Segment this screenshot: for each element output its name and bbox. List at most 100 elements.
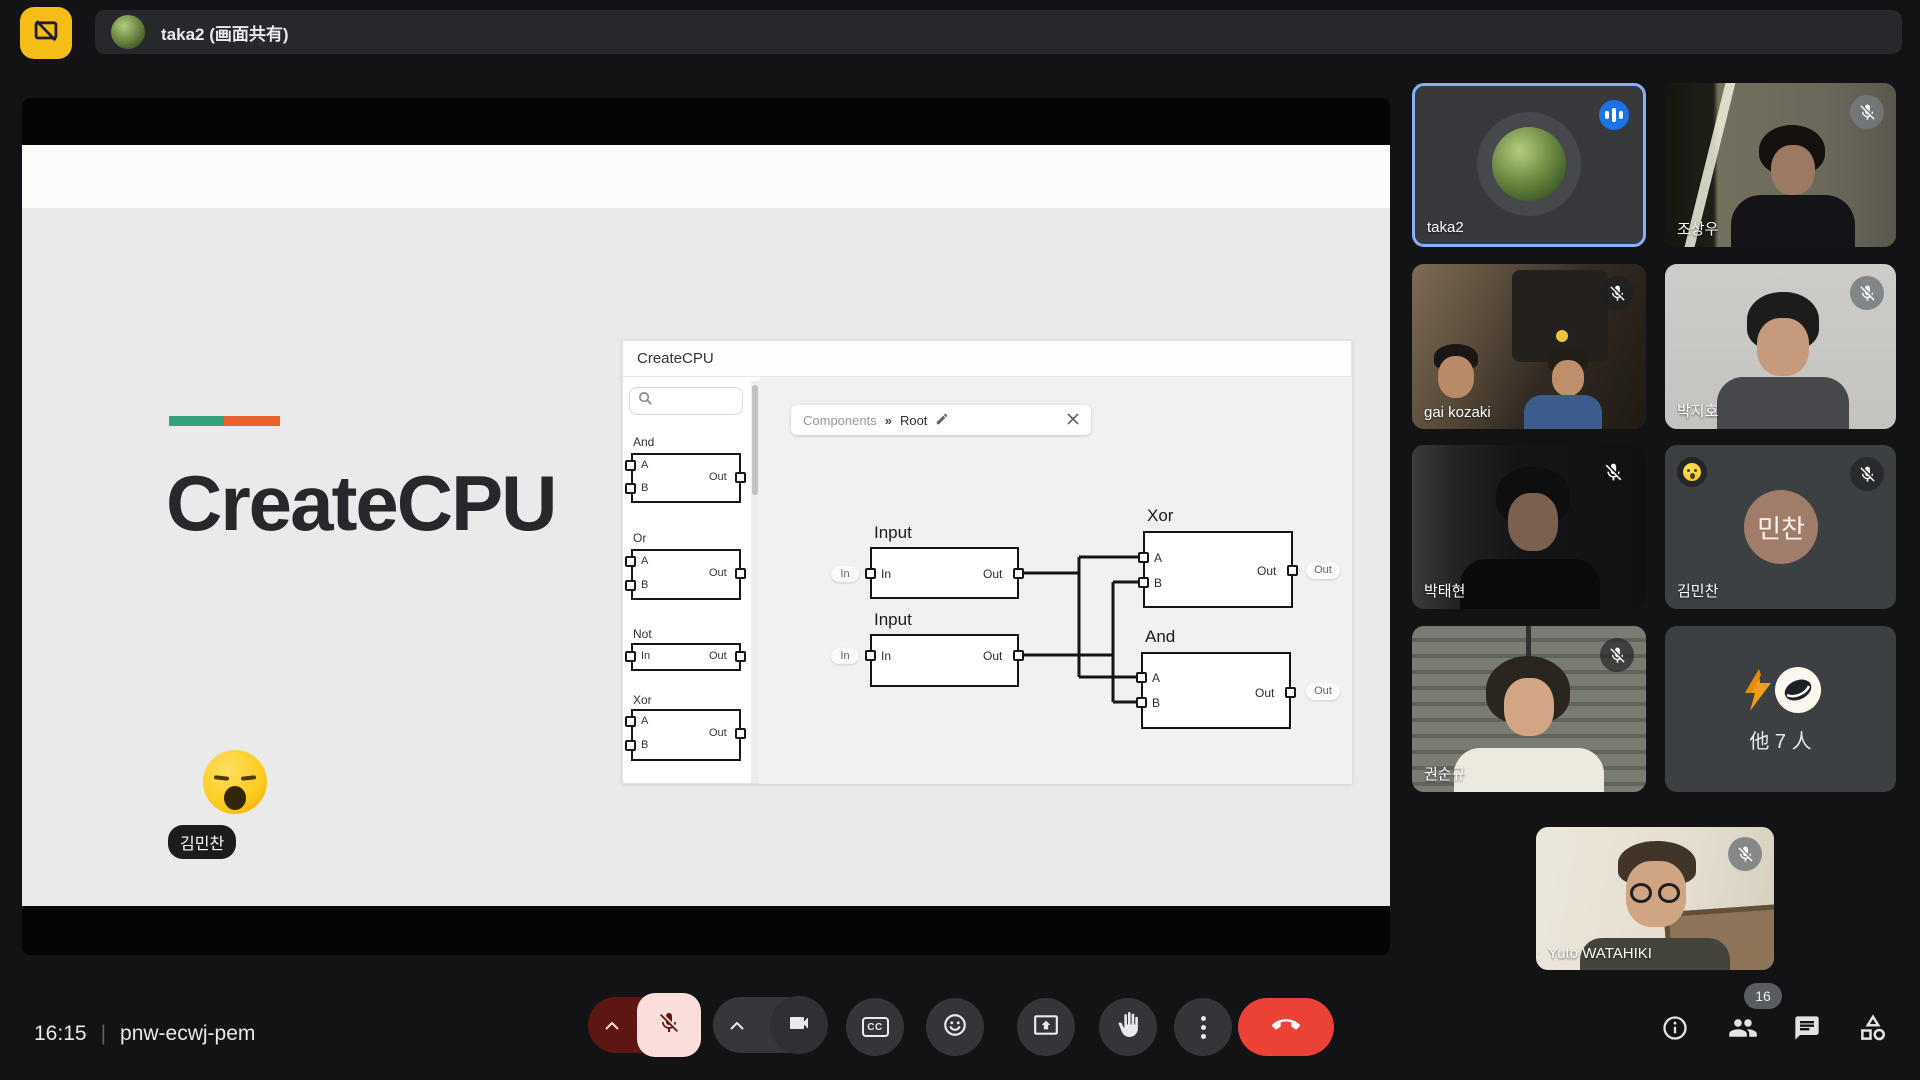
mic-options-chevron-icon[interactable] bbox=[605, 1017, 619, 1035]
external-out-pill: Out bbox=[1306, 562, 1340, 579]
participant-tile-taka2[interactable]: taka2 bbox=[1412, 83, 1646, 247]
participant-name: Yuto WATAHIKI bbox=[1548, 945, 1652, 962]
slide-accent-bar bbox=[169, 416, 280, 426]
participant-tile[interactable]: 박지호 bbox=[1665, 264, 1896, 429]
captions-button[interactable]: CC bbox=[846, 998, 904, 1056]
presenter-banner[interactable]: taka2 (画面共有) bbox=[95, 10, 1902, 54]
port-label: In bbox=[881, 567, 891, 581]
emoji-icon bbox=[942, 1012, 968, 1043]
presentation-off-icon bbox=[32, 17, 60, 50]
port-label: Out bbox=[1257, 564, 1276, 578]
port-label: Out bbox=[709, 471, 727, 483]
breadcrumb-components[interactable]: Components bbox=[803, 413, 877, 428]
overflow-count-label: 他 7 人 bbox=[1749, 725, 1811, 754]
port-label: Out bbox=[983, 649, 1002, 663]
port-label: A bbox=[1154, 551, 1162, 565]
close-icon[interactable] bbox=[1067, 413, 1079, 428]
external-in-pill: In bbox=[831, 566, 859, 582]
more-options-button[interactable] bbox=[1174, 998, 1232, 1056]
component-search-input bbox=[629, 387, 743, 415]
participant-tile[interactable]: 박태현 bbox=[1412, 445, 1646, 609]
raise-hand-button[interactable] bbox=[1099, 998, 1157, 1056]
port-label: A bbox=[641, 715, 648, 727]
participant-name: 조상우 bbox=[1677, 218, 1718, 239]
mic-off-icon bbox=[1850, 95, 1884, 129]
port-label: Out bbox=[709, 650, 727, 662]
end-call-button[interactable] bbox=[1238, 998, 1334, 1056]
stop-presenting-button[interactable] bbox=[20, 7, 72, 59]
chat-button[interactable] bbox=[1790, 1013, 1824, 1047]
mic-off-icon bbox=[1600, 276, 1634, 310]
mic-off-icon bbox=[657, 1011, 681, 1040]
component-xor-label: Xor bbox=[633, 693, 652, 707]
port-label: B bbox=[641, 739, 648, 751]
participant-tile[interactable]: gai kozaki bbox=[1412, 264, 1646, 429]
mic-off-icon bbox=[1850, 276, 1884, 310]
node-input2-label: Input bbox=[874, 610, 912, 630]
port-label: A bbox=[641, 555, 648, 567]
edit-icon[interactable] bbox=[935, 412, 949, 429]
participant-name: gai kozaki bbox=[1424, 404, 1491, 421]
participant-name: 박태현 bbox=[1424, 580, 1465, 601]
present-screen-button[interactable] bbox=[1017, 998, 1075, 1056]
raise-hand-icon bbox=[1116, 1012, 1141, 1042]
participant-tile[interactable]: Yuto WATAHIKI bbox=[1536, 827, 1774, 970]
reactions-button[interactable] bbox=[926, 998, 984, 1056]
audio-level-icon bbox=[1599, 100, 1629, 130]
mic-off-icon bbox=[1850, 457, 1884, 491]
meeting-details-button[interactable] bbox=[1658, 1013, 1692, 1047]
port-label: Out bbox=[709, 727, 727, 739]
port-label: B bbox=[641, 579, 648, 591]
clock-time: 16:15 bbox=[34, 1022, 87, 1046]
port-label: A bbox=[641, 459, 648, 471]
avatar: 민찬 bbox=[1744, 490, 1818, 564]
search-icon bbox=[638, 391, 653, 411]
port-label: B bbox=[641, 482, 648, 494]
breadcrumb: Components » Root bbox=[791, 405, 1091, 435]
captions-icon: CC bbox=[862, 1017, 889, 1037]
activities-button[interactable] bbox=[1856, 1013, 1890, 1047]
present-screen-icon bbox=[1033, 1012, 1059, 1043]
activities-icon bbox=[1858, 1013, 1888, 1048]
port-label: Out bbox=[709, 567, 727, 579]
videocam-icon bbox=[787, 1011, 811, 1040]
node-xor-label: Xor bbox=[1147, 506, 1173, 526]
participant-tile[interactable]: 민찬 김민찬 bbox=[1665, 445, 1896, 609]
reaction-name-pill: 김민찬 bbox=[168, 825, 236, 859]
info-icon bbox=[1661, 1014, 1689, 1047]
camera-toggle-button[interactable] bbox=[770, 996, 828, 1054]
participant-tile[interactable]: 조상우 bbox=[1665, 83, 1896, 247]
overflow-participants-tile[interactable]: 他 7 人 bbox=[1665, 626, 1896, 792]
yawning-emoji-icon bbox=[203, 750, 267, 814]
port-label: B bbox=[1152, 696, 1160, 710]
avatar bbox=[1492, 127, 1566, 201]
port-label: In bbox=[881, 649, 891, 663]
meeting-code: pnw-ecwj-pem bbox=[120, 1022, 255, 1046]
avatar-initials: 민찬 bbox=[1757, 509, 1805, 546]
mic-control-group bbox=[588, 993, 701, 1057]
presenter-title: taka2 (画面共有) bbox=[161, 20, 289, 45]
end-call-icon bbox=[1272, 1011, 1300, 1044]
breadcrumb-separator: » bbox=[885, 413, 892, 428]
show-everyone-button[interactable] bbox=[1726, 1013, 1760, 1047]
port-label: In bbox=[641, 650, 650, 662]
external-in-pill: In bbox=[831, 648, 859, 664]
mic-toggle-button[interactable] bbox=[637, 993, 701, 1057]
breadcrumb-current: Root bbox=[900, 413, 927, 428]
slide-title: CreateCPU bbox=[166, 458, 555, 549]
port-label: A bbox=[1152, 671, 1160, 685]
node-input1-label: Input bbox=[874, 523, 912, 543]
app-title: CreateCPU bbox=[637, 350, 714, 367]
sidebar-scrollbar-thumb bbox=[752, 385, 758, 495]
mic-off-icon bbox=[1596, 455, 1630, 489]
shared-screen: CreateCPU 김민찬 CreateCPU And A B Out Or bbox=[22, 98, 1390, 955]
camera-options-chevron-icon[interactable] bbox=[730, 1017, 744, 1035]
divider: | bbox=[101, 1022, 106, 1046]
camera-control-group bbox=[713, 993, 828, 1057]
presenter-avatar bbox=[111, 15, 145, 49]
app-header: CreateCPU bbox=[623, 341, 1351, 377]
participant-tile[interactable]: 권순규 bbox=[1412, 626, 1646, 792]
external-out-pill: Out bbox=[1306, 683, 1340, 700]
component-and-label: And bbox=[633, 435, 654, 449]
surprised-emoji-icon bbox=[1677, 457, 1707, 487]
